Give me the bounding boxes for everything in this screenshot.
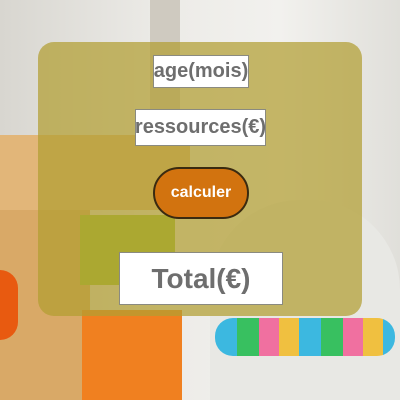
age-placeholder: age(mois) (153, 60, 249, 82)
total-output[interactable]: Total(€) (119, 252, 283, 305)
calculate-button[interactable]: calculer (153, 167, 249, 219)
resources-input[interactable]: ressources(€) (135, 109, 266, 146)
eggs (215, 318, 395, 356)
orange-bin (82, 310, 182, 400)
total-placeholder: Total(€) (151, 262, 251, 294)
orange-toy (0, 270, 18, 340)
resources-placeholder: ressources(€) (134, 116, 267, 138)
age-input[interactable]: age(mois) (153, 55, 249, 88)
